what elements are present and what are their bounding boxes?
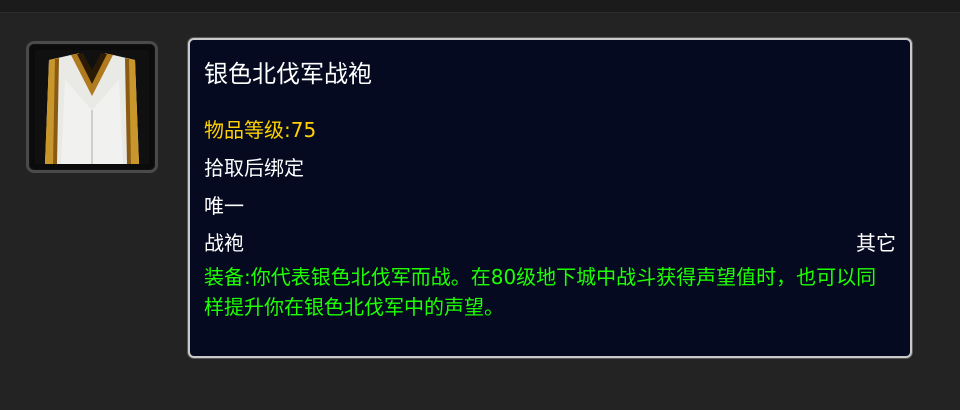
item-icon-slot[interactable] bbox=[26, 41, 158, 173]
equip-effect: 装备:你代表银色北伐军而战。在80级地下城中战斗获得声望值时，也可以同样提升你在… bbox=[204, 265, 877, 319]
top-edge-strip bbox=[0, 0, 960, 13]
item-level: 物品等级:75 bbox=[204, 118, 317, 142]
bind-type: 拾取后绑定 bbox=[204, 156, 304, 180]
unique-label: 唯一 bbox=[204, 194, 244, 218]
item-tooltip: 银色北伐军战袍 物品等级:75 拾取后绑定 唯一 战袍 其它 装备:你代表银色北… bbox=[188, 38, 912, 358]
equip-slot: 战袍 bbox=[204, 231, 244, 255]
item-name: 银色北伐军战袍 bbox=[204, 60, 372, 88]
item-type: 其它 bbox=[856, 231, 896, 255]
white-gold-tabard-icon bbox=[35, 50, 149, 164]
